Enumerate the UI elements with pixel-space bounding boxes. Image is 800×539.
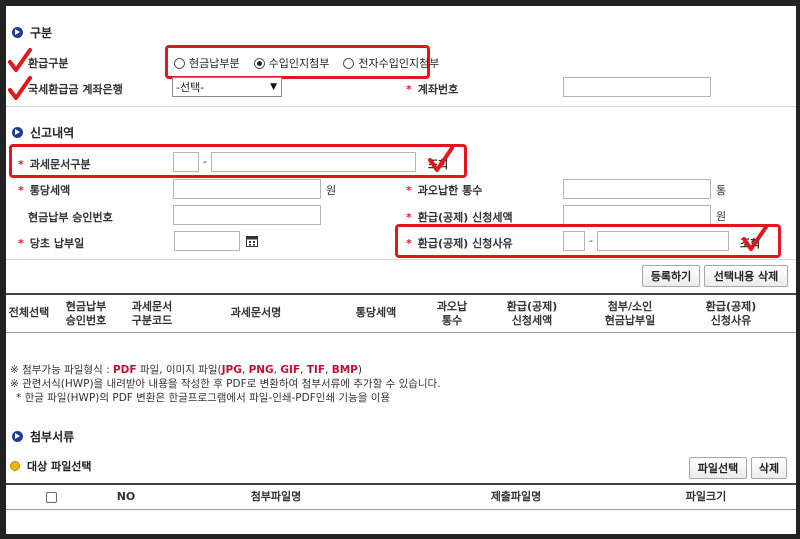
delete-file-button[interactable]: 삭제 (751, 457, 787, 479)
refund-amount-label: * 환급(공제) 신청세액 (406, 211, 513, 224)
calendar-icon[interactable] (244, 233, 260, 249)
amount-per-doc-label: * 통당세액 (18, 184, 71, 197)
col-cash-approval: 현금납부 승인번호 (65, 300, 107, 327)
col-refund-reason: 환급(공제) 신청사유 (705, 300, 757, 327)
table-top-border (6, 293, 796, 295)
dash-separator: - (203, 155, 207, 168)
col-amount-per-doc: 통당세액 (355, 306, 397, 319)
col-no: NO (116, 490, 136, 503)
target-file-select-label: 대상 파일선택 (10, 458, 92, 474)
section-title-report: 신고내역 (12, 124, 74, 141)
radio-cash-payment[interactable] (174, 57, 185, 69)
count-unit: 통 (716, 184, 727, 197)
radio-label-cash: 현금납부분 (189, 57, 240, 70)
red-check-icon (742, 225, 768, 251)
col-tax-doc-code: 과세문서 구분코드 (131, 300, 173, 327)
col-attach-payment-date: 첨부/소인 현금납부일 (604, 300, 656, 327)
chevron-down-icon: ▼ (270, 82, 277, 92)
bank-label: 국세환급금 계좌은행 (28, 83, 123, 96)
refund-reason-name-input[interactable] (597, 231, 729, 251)
divider (6, 259, 796, 260)
divider (6, 106, 796, 107)
amount-per-doc-input[interactable] (173, 179, 321, 199)
section-title-division: 구분 (12, 24, 52, 41)
select-file-button[interactable]: 파일선택 (689, 457, 747, 479)
original-payment-date-label: * 당초 납부일 (18, 237, 85, 250)
section-arrow-icon (12, 431, 23, 442)
note-hwp-pdf-print: * 한글 파일(HWP)의 PDF 변환은 한글프로그램에서 파일-인쇄-PDF… (16, 392, 391, 404)
table-header-border (6, 332, 796, 333)
tax-doc-code-input[interactable] (173, 152, 199, 172)
dash-separator: - (589, 234, 593, 247)
cash-approval-label: 현금납부 승인번호 (28, 211, 113, 224)
won-unit: 원 (716, 210, 727, 223)
yellow-bullet-icon (10, 461, 20, 471)
bank-select[interactable]: -선택- ▼ (172, 77, 282, 97)
refund-form-page: 구분 환급구분 현금납부분 수입인지첨부 전자수입인지첨부 국세환급금 계좌은행… (6, 6, 796, 534)
note-file-formats: ※ 첨부가능 파일형식 : PDF 파일, 이미지 파일(JPG, PNG, G… (10, 364, 362, 376)
select-all-checkbox[interactable] (46, 492, 57, 503)
col-submit-file-name: 제출파일명 (490, 490, 542, 503)
radio-e-stamp-attached[interactable] (343, 57, 355, 69)
radio-stamp-attached[interactable] (253, 57, 265, 69)
tax-doc-name-input[interactable] (211, 152, 416, 172)
attach-table-top-border (6, 483, 796, 485)
original-payment-date-input[interactable] (174, 231, 240, 251)
col-attach-file-name: 첨부파일명 (250, 490, 302, 503)
refund-reason-label: * 환급(공제) 신청사유 (406, 237, 513, 250)
account-number-input[interactable] (563, 77, 711, 97)
delete-selected-button[interactable]: 선택내용 삭제 (704, 265, 788, 287)
col-tax-doc-name: 과세문서명 (230, 306, 282, 319)
section-arrow-icon (12, 127, 23, 138)
note-hwp-convert: ※ 관련서식(HWP)을 내려받아 내용을 작성한 후 PDF로 변환하여 첨부… (10, 378, 441, 390)
tax-doc-label: * 과세문서구분 (18, 158, 91, 171)
refund-type-label: 환급구분 (28, 57, 69, 70)
radio-label-stamp: 수입인지첨부 (268, 57, 330, 70)
radio-group-refund-type: 현금납부분 수입인지첨부 전자수입인지첨부 (174, 55, 439, 71)
cash-approval-input[interactable] (173, 205, 321, 225)
col-select-all[interactable]: 전체선택 (6, 306, 52, 320)
won-unit: 원 (326, 184, 337, 197)
register-button[interactable]: 등록하기 (642, 265, 700, 287)
col-file-size: 파일크기 (685, 490, 727, 503)
radio-label-e-stamp: 전자수입인지첨부 (358, 57, 440, 70)
attach-table-header-border (6, 509, 796, 510)
account-number-label: * 계좌번호 (406, 83, 459, 96)
overpaid-count-input[interactable] (563, 179, 711, 199)
overpaid-count-label: * 과오납한 통수 (406, 184, 483, 197)
section-arrow-icon (12, 27, 23, 38)
col-overpaid-count: 과오납 통수 (436, 300, 468, 327)
refund-amount-input[interactable] (563, 205, 711, 225)
red-check-icon (428, 146, 454, 172)
section-title-attachments: 첨부서류 (12, 428, 74, 445)
col-refund-amount: 환급(공제) 신청세액 (506, 300, 558, 327)
refund-reason-code-input[interactable] (563, 231, 585, 251)
